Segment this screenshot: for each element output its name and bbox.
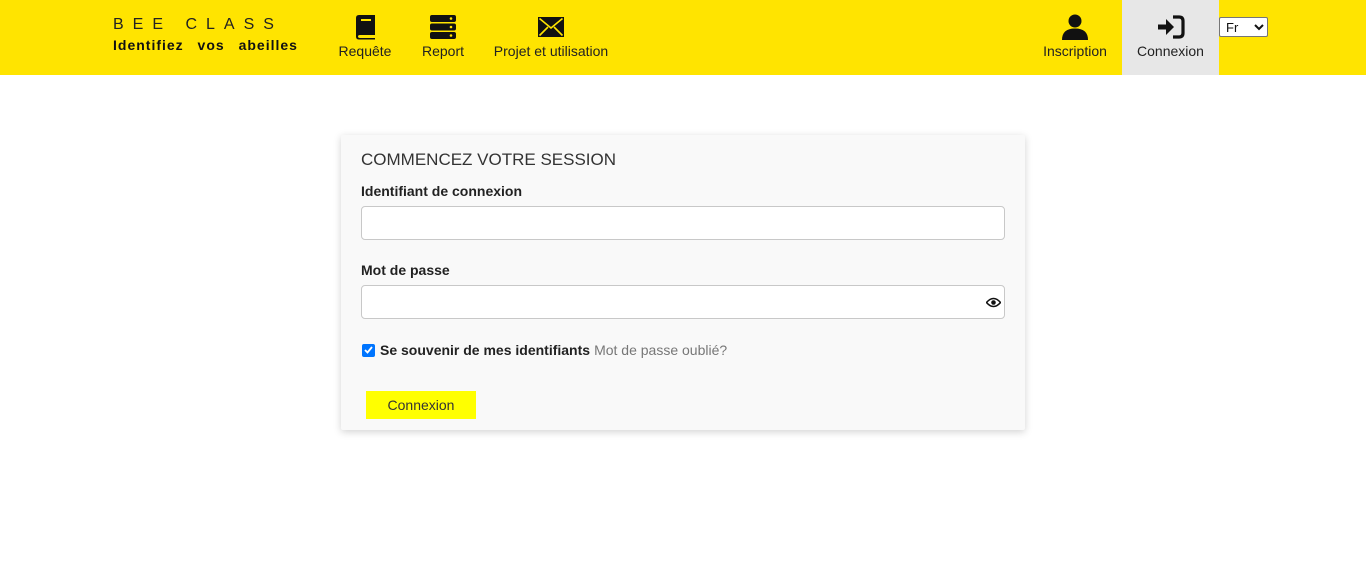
password-input[interactable] bbox=[361, 285, 1005, 319]
nav-item-inscription[interactable]: Inscription bbox=[1036, 0, 1114, 75]
book-icon bbox=[353, 14, 377, 40]
top-navbar: BEE CLASS Identifiez vos abeilles Requêt… bbox=[0, 0, 1366, 75]
remember-checkbox[interactable] bbox=[362, 343, 375, 357]
language-select[interactable]: Fr bbox=[1219, 17, 1268, 37]
eye-icon[interactable] bbox=[985, 294, 1001, 310]
nav-item-report[interactable]: Report bbox=[417, 0, 469, 75]
envelope-icon bbox=[538, 14, 564, 40]
username-label: Identifiant de connexion bbox=[361, 183, 523, 199]
forgot-password-link[interactable]: Mot de passe oublié? bbox=[594, 342, 727, 358]
nav-item-projet[interactable]: Projet et utilisation bbox=[490, 0, 612, 75]
brand[interactable]: BEE CLASS Identifiez vos abeilles bbox=[113, 16, 298, 56]
brand-title: BEE CLASS bbox=[113, 16, 283, 33]
nav-item-requete-label: Requête bbox=[338, 43, 392, 59]
check-icon bbox=[364, 346, 373, 354]
sign-in-icon bbox=[1157, 14, 1185, 40]
nav-item-projet-label: Projet et utilisation bbox=[493, 43, 609, 59]
login-title: COMMENCEZ VOTRE SESSION bbox=[361, 150, 617, 169]
remember-row: Se souvenir de mes identifiants Mot de p… bbox=[361, 342, 727, 358]
login-button[interactable]: Connexion bbox=[366, 391, 476, 419]
nav-item-connexion[interactable]: Connexion bbox=[1122, 0, 1219, 75]
nav-item-report-label: Report bbox=[421, 43, 465, 59]
nav-item-connexion-label: Connexion bbox=[1137, 43, 1204, 59]
nav-item-inscription-label: Inscription bbox=[1043, 43, 1107, 59]
login-card: COMMENCEZ VOTRE SESSION Identifiant de c… bbox=[341, 135, 1025, 430]
user-icon bbox=[1062, 14, 1088, 40]
brand-subtitle: Identifiez vos abeilles bbox=[113, 37, 298, 53]
server-icon bbox=[430, 14, 456, 40]
remember-label: Se souvenir de mes identifiants bbox=[380, 342, 591, 358]
username-input[interactable] bbox=[361, 206, 1005, 240]
password-label: Mot de passe bbox=[361, 262, 450, 278]
nav-item-requete[interactable]: Requête bbox=[333, 0, 397, 75]
